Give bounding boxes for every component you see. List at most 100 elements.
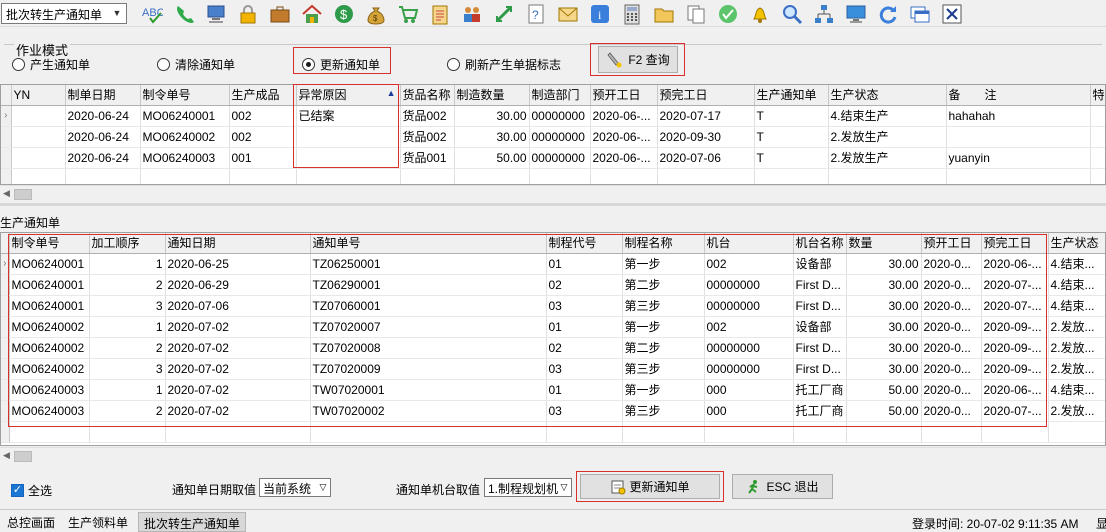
search-icon[interactable] [780, 2, 804, 26]
order-row[interactable]: 2020-06-24 MO06240002 002 货品002 30.00 0000000… [1, 126, 1105, 148]
order-col-header[interactable]: 制令单号 [140, 85, 230, 106]
order-cell[interactable]: 00000000 [529, 147, 591, 169]
order-cell[interactable]: 002 [229, 105, 297, 127]
radio-dot-selected[interactable] [302, 58, 315, 71]
radio-clear[interactable]: 清除通知单 [157, 56, 235, 73]
radio-generate[interactable]: 产生通知单 [12, 56, 90, 73]
order-cell[interactable]: 4.结束生产 [828, 105, 947, 127]
order-col-header[interactable]: 制单日期 [65, 85, 141, 106]
order-col-header[interactable]: 制造数量 [454, 85, 530, 106]
order-cell[interactable] [11, 105, 66, 127]
order-cell[interactable]: 30.00 [454, 126, 530, 148]
info-icon[interactable]: i [588, 2, 612, 26]
order-col-header[interactable]: 特 [1090, 85, 1105, 106]
notice-cell[interactable]: 4.结束... [1048, 295, 1105, 317]
window-icon[interactable] [908, 2, 932, 26]
money-bag-icon[interactable]: $ [364, 2, 388, 26]
order-grid-scrollbar[interactable]: ◀ [0, 185, 1106, 202]
order-cell[interactable] [946, 126, 1091, 148]
clipboard-icon[interactable] [428, 2, 452, 26]
order-cell[interactable]: 货品001 [400, 147, 455, 169]
order-cell[interactable]: T [754, 105, 829, 127]
order-cell[interactable]: 00000000 [529, 126, 591, 148]
order-cell[interactable]: 001 [229, 147, 297, 169]
order-cell[interactable] [1090, 105, 1105, 127]
order-cell[interactable]: 2020-07-06 [657, 147, 755, 169]
org-chart-icon[interactable] [812, 2, 836, 26]
monitor-icon[interactable] [844, 2, 868, 26]
order-col-header[interactable]: 制造部门 [529, 85, 591, 106]
splitter[interactable] [0, 203, 1106, 206]
notice-col-header[interactable]: 生产状态 [1048, 233, 1105, 254]
order-cell[interactable]: 2.发放生产 [828, 147, 947, 169]
order-cell[interactable]: yuanyin [946, 147, 1091, 169]
lock-icon[interactable] [236, 2, 260, 26]
row-indicator[interactable] [1, 147, 12, 169]
home-icon[interactable] [300, 2, 324, 26]
order-cell[interactable] [11, 147, 66, 169]
order-cell[interactable]: 2020-06-24 [65, 105, 141, 127]
order-row[interactable]: › 2020-06-24 MO06240001 002 已结案 货品002 30.00 000… [1, 105, 1105, 127]
order-cell[interactable]: 50.00 [454, 147, 530, 169]
notice-cell[interactable]: 4.结束... [1048, 274, 1105, 296]
order-col-header[interactable]: YN [11, 85, 66, 106]
order-cell[interactable]: MO06240002 [140, 126, 230, 148]
notice-grid-scrollbar[interactable]: ◀ [0, 447, 1106, 464]
order-cell[interactable]: 2020-09-30 [657, 126, 755, 148]
order-col-header[interactable]: 备 注 [946, 85, 1091, 106]
order-cell[interactable]: 002 [229, 126, 297, 148]
row-indicator[interactable]: › [1, 105, 12, 127]
chevron-down-icon[interactable]: ▽ [317, 480, 329, 495]
mail-icon[interactable] [556, 2, 580, 26]
phone-icon[interactable] [172, 2, 196, 26]
order-col-header[interactable]: 货品名称 [400, 85, 455, 106]
order-cell[interactable]: 2020-06-... [590, 105, 658, 127]
order-col-header[interactable]: 生产成品 [229, 85, 297, 106]
tab-batch-to-notice[interactable]: 批次转生产通知单 [138, 512, 247, 532]
check-icon[interactable] [716, 2, 740, 26]
order-cell[interactable] [1090, 126, 1105, 148]
order-cell[interactable]: MO06240003 [140, 147, 230, 169]
select-all-checkbox[interactable]: ✓ 全选 [11, 482, 52, 499]
chevron-down-icon[interactable]: ▽ [558, 480, 570, 495]
computer-icon[interactable] [204, 2, 228, 26]
radio-update[interactable]: 更新通知单 [302, 56, 380, 73]
notice-cell[interactable]: 4.结束... [1048, 379, 1105, 401]
tab-material-requisition[interactable]: 生产领料单 [63, 512, 133, 532]
row-indicator[interactable] [1, 126, 12, 148]
folder-icon[interactable] [652, 2, 676, 26]
close-icon[interactable] [940, 2, 964, 26]
spellcheck-icon[interactable]: ABC [140, 2, 164, 26]
notice-cell[interactable]: 2.发放... [1048, 358, 1105, 380]
checkbox-checked-icon[interactable]: ✓ [11, 484, 24, 497]
copy-icon[interactable] [684, 2, 708, 26]
order-col-header[interactable]: 预开工日 [590, 85, 658, 106]
order-cell[interactable]: 30.00 [454, 105, 530, 127]
dollar-icon[interactable]: $ [332, 2, 356, 26]
order-cell[interactable]: 2020-06-... [590, 126, 658, 148]
order-cell[interactable]: hahahah [946, 105, 1091, 127]
order-cell[interactable]: 货品002 [400, 105, 455, 127]
order-cell[interactable]: 2.发放生产 [828, 126, 947, 148]
scroll-left-icon[interactable]: ◀ [3, 188, 10, 199]
order-row[interactable]: 2020-06-24 MO06240003 001 货品001 50.00 0000000… [1, 147, 1105, 169]
order-cell[interactable] [1090, 147, 1105, 169]
cart-icon[interactable] [396, 2, 420, 26]
radio-dot[interactable] [447, 58, 460, 71]
date-source-select[interactable]: 当前系统 ▽ [259, 478, 331, 497]
order-col-header[interactable]: 预完工日 [657, 85, 755, 106]
scroll-thumb[interactable] [14, 189, 32, 200]
order-cell[interactable]: MO06240001 [140, 105, 230, 127]
order-col-header[interactable]: 生产通知单 [754, 85, 829, 106]
order-cell[interactable]: 00000000 [529, 105, 591, 127]
bell-icon[interactable] [748, 2, 772, 26]
notice-cell[interactable]: 2.发放... [1048, 400, 1105, 422]
order-cell[interactable]: 货品002 [400, 126, 455, 148]
users-icon[interactable] [460, 2, 484, 26]
notice-cell[interactable]: 4.结束... [1048, 253, 1105, 275]
query-button[interactable]: F2 查询 [598, 46, 678, 73]
notice-cell[interactable]: 2.发放... [1048, 337, 1105, 359]
update-notice-button[interactable]: 更新通知单 [580, 474, 720, 499]
radio-dot[interactable] [157, 58, 170, 71]
order-cell[interactable]: 2020-07-17 [657, 105, 755, 127]
